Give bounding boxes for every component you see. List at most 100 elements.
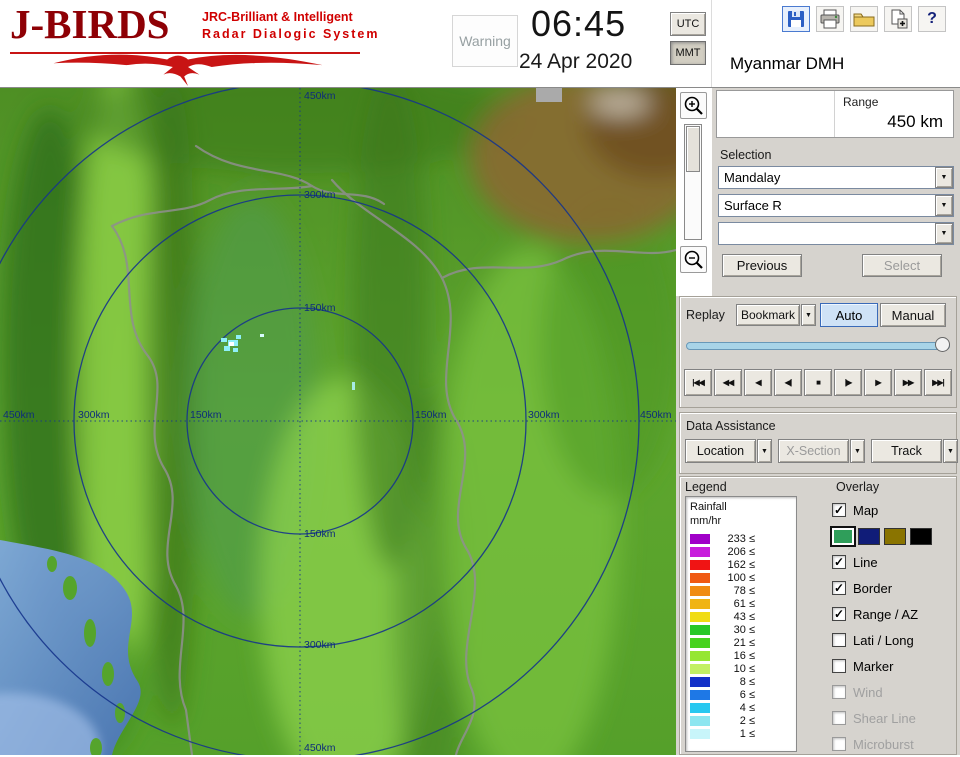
bookmark-dropdown-button[interactable]: ▼: [801, 304, 816, 326]
warning-button[interactable]: Warning: [452, 15, 518, 67]
radar-map[interactable]: 450km 300km 150km 150km 300km 450km 450k…: [0, 88, 676, 755]
playback-button-5[interactable]: |▶: [834, 369, 862, 396]
range-display-right: Range 450 km: [835, 91, 953, 137]
ring-label: 300km: [528, 409, 560, 421]
bookmark-label: Bookmark: [740, 308, 796, 322]
previous-label: Previous: [736, 258, 788, 273]
help-button[interactable]: ?: [918, 6, 946, 32]
site-select[interactable]: Mandalay ▼: [718, 166, 954, 189]
zoom-in-button[interactable]: [680, 92, 707, 119]
option-select-arrow-button[interactable]: ▼: [935, 223, 953, 244]
playback-button-0[interactable]: |◀◀: [684, 369, 712, 396]
option-select[interactable]: ▼: [718, 222, 954, 245]
location-button[interactable]: Location: [685, 439, 756, 463]
playback-button-3[interactable]: ◀|: [774, 369, 802, 396]
checkbox-range-az[interactable]: ✓: [832, 607, 846, 621]
product-select-arrow-button[interactable]: ▼: [935, 195, 953, 216]
ring-label: 450km: [304, 742, 336, 754]
radar-map-area[interactable]: 450km 300km 150km 150km 300km 450km 450k…: [0, 88, 676, 755]
overlay-item-label: Microburst: [853, 736, 914, 752]
checkbox-shear-line[interactable]: [832, 711, 846, 725]
legend-unit: Rainfall mm/hr: [690, 501, 792, 529]
playback-button-1[interactable]: ◀◀: [714, 369, 742, 396]
ring-label: 450km: [640, 409, 672, 421]
zoom-slider[interactable]: [684, 124, 702, 240]
chevron-down-icon: ▼: [805, 311, 812, 319]
clock-time: 06:45: [531, 3, 627, 44]
overlay-item-label: Shear Line: [853, 710, 916, 726]
zoom-slider-thumb[interactable]: [686, 126, 700, 172]
map-marker-box: [536, 88, 562, 102]
zoom-in-icon: [684, 96, 703, 115]
playback-button-6[interactable]: ▶: [864, 369, 892, 396]
overlay-row-map[interactable]: ✓ Map: [832, 497, 956, 523]
track-button[interactable]: Track: [871, 439, 942, 463]
previous-button[interactable]: Previous: [722, 254, 802, 277]
location-dropdown-button[interactable]: ▼: [757, 439, 772, 463]
product-select[interactable]: Surface R ▼: [718, 194, 954, 217]
export-button[interactable]: [884, 6, 912, 32]
overlay-row-wind[interactable]: Wind: [832, 679, 956, 705]
data-assistance-label: Data Assistance: [686, 419, 776, 433]
overlay-list: ✓ Map ✓ Line ✓ Border ✓ Range / AZ Lati / Long Ma…: [830, 497, 956, 757]
legend-overlay-section: Legend Rainfall mm/hr 233 ≤206 ≤162 ≤100…: [679, 476, 957, 755]
legend-level-row: 21 ≤: [690, 637, 792, 650]
playback-button-8[interactable]: ▶▶|: [924, 369, 952, 396]
map-style-swatch-2[interactable]: [884, 527, 906, 545]
overlay-item-label: Range / AZ: [853, 606, 919, 622]
save-button[interactable]: [782, 6, 810, 32]
track-dropdown-button[interactable]: ▼: [943, 439, 958, 463]
bookmark-button[interactable]: Bookmark: [736, 304, 800, 326]
overlay-row-range-az[interactable]: ✓ Range / AZ: [832, 601, 956, 627]
playback-controls: |◀◀ ◀◀ ◀ ◀| ■ |▶ ▶ ▶▶ ▶▶|: [684, 369, 952, 396]
manual-button[interactable]: Manual: [880, 303, 946, 327]
replay-slider-thumb[interactable]: [935, 337, 950, 352]
overlay-row-marker[interactable]: Marker: [832, 653, 956, 679]
utc-button[interactable]: UTC: [670, 12, 706, 36]
zoom-out-button[interactable]: [680, 246, 707, 273]
select-button[interactable]: Select: [862, 254, 942, 277]
legend-level-row: 61 ≤: [690, 598, 792, 611]
map-style-swatch-0[interactable]: [830, 525, 856, 547]
site-select-arrow-button[interactable]: ▼: [935, 167, 953, 188]
legend-level-row: 206 ≤: [690, 546, 792, 559]
replay-slider[interactable]: [686, 337, 950, 353]
open-folder-icon: [853, 13, 875, 27]
overlay-row-border[interactable]: ✓ Border: [832, 575, 956, 601]
legend-level-value: 2 ≤: [739, 715, 755, 727]
overlay-row-lati-long[interactable]: Lati / Long: [832, 627, 956, 653]
open-folder-button[interactable]: [850, 6, 878, 32]
zoom-strip: [676, 88, 712, 296]
legend-level-value: 43 ≤: [733, 611, 755, 623]
playback-button-4[interactable]: ■: [804, 369, 832, 396]
map-style-swatch-1[interactable]: [858, 527, 880, 545]
overlay-row-shear-line[interactable]: Shear Line: [832, 705, 956, 731]
checkbox-line[interactable]: ✓: [832, 555, 846, 569]
map-style-swatch-3[interactable]: [910, 527, 932, 545]
legend-level-row: 233 ≤: [690, 533, 792, 546]
playback-button-7[interactable]: ▶▶: [894, 369, 922, 396]
replay-slider-track[interactable]: [686, 342, 950, 350]
legend-color-swatch: [690, 690, 710, 700]
playback-button-2[interactable]: ◀: [744, 369, 772, 396]
toolbar: ?: [782, 6, 946, 32]
overlay-row-microburst[interactable]: Microburst: [832, 731, 956, 757]
print-button[interactable]: [816, 6, 844, 32]
legend-level-row: 2 ≤: [690, 715, 792, 728]
legend-color-swatch: [690, 664, 710, 674]
x-section-dropdown-button[interactable]: ▼: [850, 439, 865, 463]
mmt-button[interactable]: MMT: [670, 41, 706, 65]
overlay-label: Overlay: [836, 480, 880, 494]
x-section-button[interactable]: X-Section: [778, 439, 849, 463]
checkbox-microburst[interactable]: [832, 737, 846, 751]
checkbox-lati-long[interactable]: [832, 633, 846, 647]
overlay-row-line[interactable]: ✓ Line: [832, 549, 956, 575]
checkbox-wind[interactable]: [832, 685, 846, 699]
control-panel-top: Range 450 km Selection Mandalay ▼ Surfac…: [712, 88, 960, 296]
checkbox-marker[interactable]: [832, 659, 846, 673]
checkbox-border[interactable]: ✓: [832, 581, 846, 595]
auto-button[interactable]: Auto: [820, 303, 878, 327]
legend-level-row: 30 ≤: [690, 624, 792, 637]
checkbox-map[interactable]: ✓: [832, 503, 846, 517]
ring-label: 300km: [78, 409, 110, 421]
